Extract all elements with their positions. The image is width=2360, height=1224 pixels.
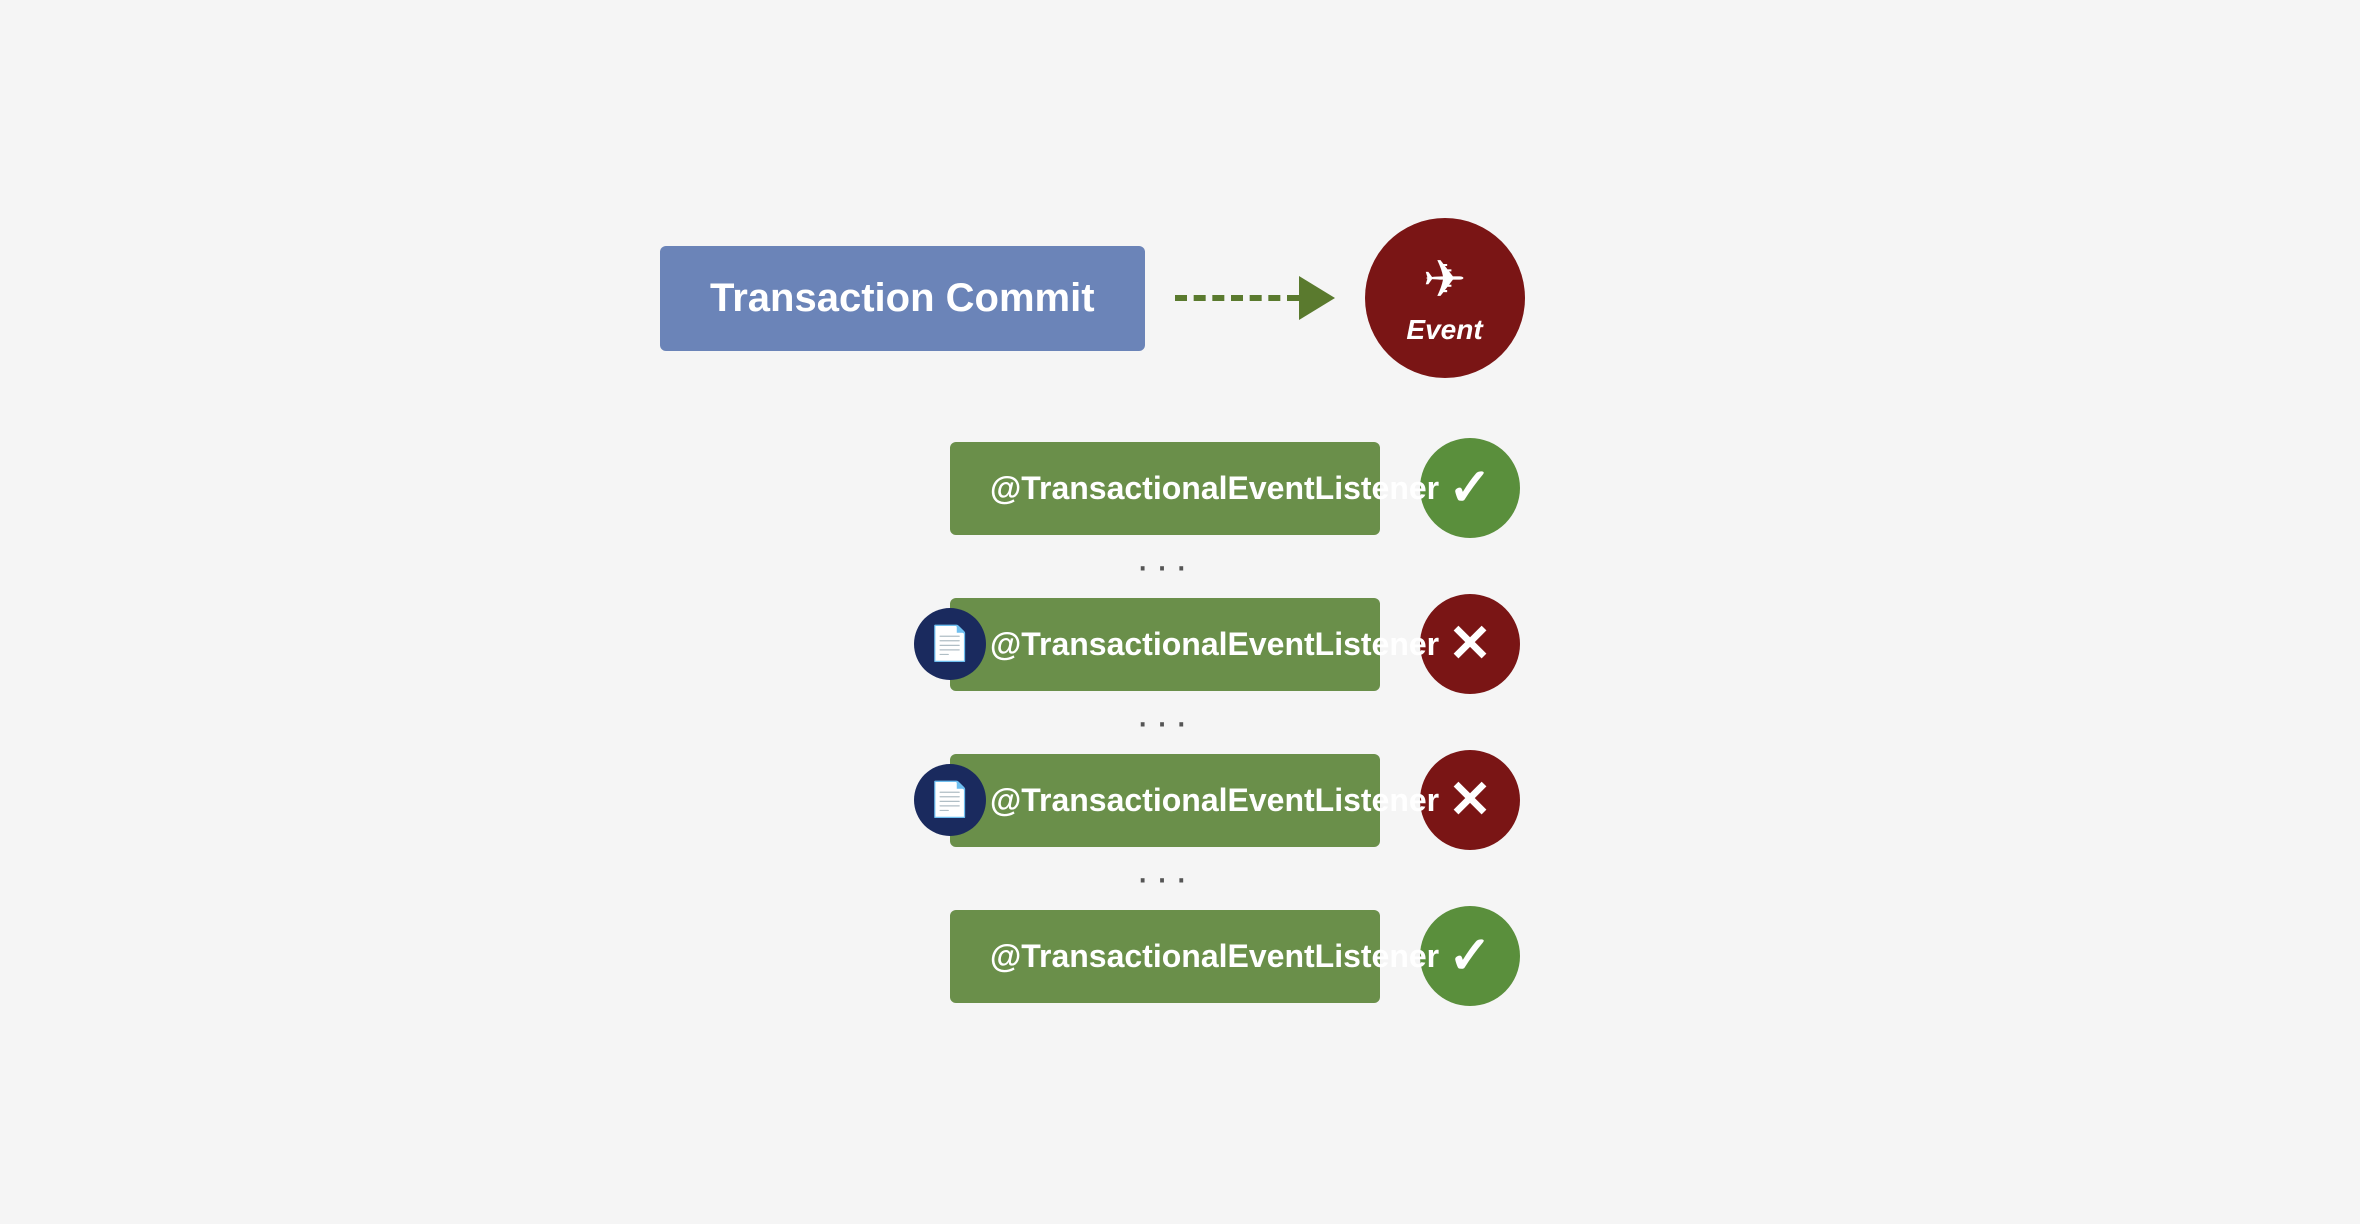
doc-badge-2: 📄 [914,608,986,680]
x-icon-2: ✕ [1448,614,1492,674]
dots-separator-1: ··· [950,702,1380,742]
listener-label-1: @TransactionalEventListener [990,470,1439,507]
listener-label-4: @TransactionalEventListener [990,938,1439,975]
doc-icon-3: 📄 [929,780,971,820]
doc-badge-3: 📄 [914,764,986,836]
arrow [1175,276,1335,320]
doc-icon-2: 📄 [929,624,971,664]
x-icon-3: ✕ [1448,770,1492,830]
event-label: Event [1406,314,1482,346]
listener-row-1: @TransactionalEventListener✓ [950,438,1520,538]
dots-separator-0: ··· [950,546,1380,586]
listener-bar-2: 📄@TransactionalEventListener [950,598,1380,691]
diagram: Transaction Commit ✈ Event @Transactiona… [580,218,1780,1006]
listener-label-3: @TransactionalEventListener [990,782,1439,819]
event-circle: ✈ Event [1365,218,1525,378]
dots-separator-2: ··· [950,858,1380,898]
check-icon-4: ✓ [1448,926,1492,986]
listener-label-2: @TransactionalEventListener [990,626,1439,663]
top-row: Transaction Commit ✈ Event [660,218,1525,378]
arrow-head-icon [1299,276,1335,320]
listener-bar-4: @TransactionalEventListener [950,910,1380,1003]
check-icon-1: ✓ [1448,458,1492,518]
listener-row-3: 📄@TransactionalEventListener ✕ [950,750,1520,850]
transaction-commit-label: Transaction Commit [710,276,1095,320]
listeners-section: @TransactionalEventListener✓···📄@Transac… [950,438,1520,1006]
listener-row-2: 📄@TransactionalEventListener ✕ [950,594,1520,694]
listener-row-4: @TransactionalEventListener✓ [950,906,1520,1006]
listener-bar-3: 📄@TransactionalEventListener [950,754,1380,847]
transaction-commit-box: Transaction Commit [660,246,1145,351]
listener-bar-1: @TransactionalEventListener [950,442,1380,535]
arrow-line [1175,295,1299,301]
plane-icon: ✈ [1423,250,1467,310]
